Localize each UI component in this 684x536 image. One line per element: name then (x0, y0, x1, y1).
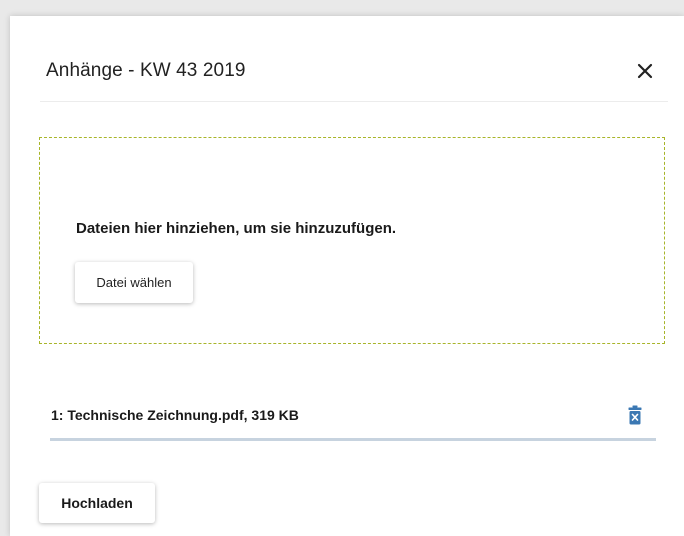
close-button[interactable] (630, 56, 660, 86)
trash-icon (628, 405, 642, 425)
dialog-title: Anhänge - KW 43 2019 (46, 60, 246, 81)
close-icon (637, 63, 653, 79)
file-list-item: 1: Technische Zeichnung.pdf, 319 KB (50, 394, 656, 441)
delete-file-button[interactable] (622, 402, 648, 428)
dropzone-hint: Dateien hier hinziehen, um sie hinzuzufü… (76, 220, 397, 237)
file-name: 1: Technische Zeichnung.pdf, 319 KB (51, 407, 299, 423)
backdrop-top (0, 0, 684, 16)
header-divider (40, 101, 668, 102)
attachments-dialog: Anhänge - KW 43 2019 Dateien hier hinzie… (10, 16, 684, 536)
file-dropzone[interactable]: Dateien hier hinziehen, um sie hinzuzufü… (39, 137, 665, 344)
upload-button[interactable]: Hochladen (39, 483, 155, 523)
backdrop-left (0, 0, 10, 536)
choose-file-button[interactable]: Datei wählen (75, 262, 193, 303)
